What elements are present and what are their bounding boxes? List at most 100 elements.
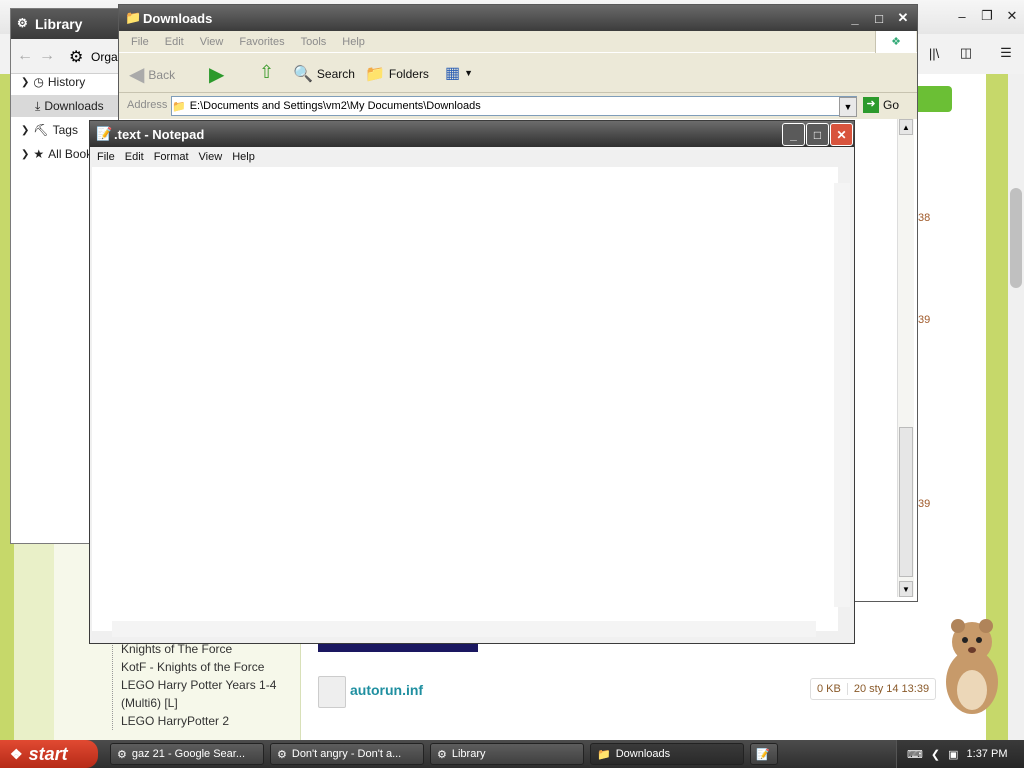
- scroll-down-icon[interactable]: ▼: [899, 581, 913, 597]
- chevron-down-icon: ▼: [464, 68, 474, 78]
- forward-button[interactable]: ▶: [209, 62, 224, 87]
- menu-file[interactable]: File: [123, 31, 157, 52]
- tree-item[interactable]: LEGO HarryPotter 2: [121, 712, 287, 730]
- search-button[interactable]: 🔍 Search: [293, 64, 355, 84]
- clock-icon: ◷: [33, 75, 44, 89]
- organize-button[interactable]: Orga: [91, 50, 118, 64]
- forward-arrow-icon[interactable]: →: [39, 47, 55, 65]
- network-icon[interactable]: ▣: [948, 748, 958, 761]
- library-title: Library: [35, 16, 83, 32]
- back-arrow-icon[interactable]: ←: [17, 47, 33, 65]
- library-item-label: History: [47, 75, 86, 89]
- notepad-minimize-button[interactable]: _: [782, 123, 805, 146]
- notepad-titlebar[interactable]: 📝 .text - Notepad _ □ ✕: [90, 121, 854, 147]
- menu-help[interactable]: Help: [334, 31, 373, 52]
- back-label: Back: [148, 67, 176, 82]
- scroll-up-icon[interactable]: ▲: [899, 119, 913, 135]
- taskbar: ❖ start ⚙ gaz 21 - Google Sear... ⚙ Don'…: [0, 740, 1024, 768]
- file-size: 0 KB: [817, 683, 841, 695]
- notepad-icon: 📝: [96, 126, 113, 141]
- chevron-left-icon[interactable]: ❮: [931, 748, 940, 761]
- library-icon[interactable]: ||\: [922, 42, 946, 64]
- np-menu-view[interactable]: View: [194, 147, 228, 167]
- up-arrow-icon: ⇧: [259, 62, 275, 82]
- np-menu-format[interactable]: Format: [149, 147, 194, 167]
- keyboard-icon[interactable]: ⌨: [907, 748, 923, 761]
- folder-icon: 📁: [172, 100, 186, 113]
- address-dropdown-icon[interactable]: ▼: [839, 97, 857, 117]
- address-input[interactable]: 📁 E:\Documents and Settings\vm2\My Docum…: [171, 96, 857, 116]
- explorer-toolbar: ◀ Back ▶ ⇧ 🔍 Search 📁 Folders ▦ ▼: [119, 54, 917, 93]
- sidebar-icon[interactable]: ◫: [954, 42, 978, 64]
- menu-icon[interactable]: ☰: [994, 42, 1018, 64]
- notepad-window: 📝 .text - Notepad _ □ ✕ File Edit Format…: [89, 120, 855, 644]
- tree-item[interactable]: LEGO Harry Potter Years 1-4 (Multi6) [L]: [121, 676, 287, 712]
- task-library[interactable]: ⚙ Library: [430, 743, 584, 765]
- notepad-text-area[interactable]: [92, 167, 838, 631]
- time-label: 39: [918, 314, 931, 326]
- explorer-scrollbar[interactable]: ▲ ▼: [897, 119, 914, 597]
- browser-scrollbar[interactable]: [1008, 74, 1024, 740]
- folders-button[interactable]: 📁 Folders: [365, 64, 429, 84]
- library-item-downloads[interactable]: ⤓ Downloads: [11, 95, 123, 117]
- address-value: E:\Documents and Settings\vm2\My Documen…: [189, 100, 481, 112]
- notepad-horizontal-scrollbar[interactable]: [112, 621, 816, 637]
- chevron-right-icon: ❯: [21, 124, 30, 136]
- explorer-scrollbar-thumb[interactable]: [899, 427, 913, 577]
- gear-icon[interactable]: ⚙: [69, 47, 83, 67]
- system-tray: ⌨ ❮ ▣ 1:37 PM: [896, 740, 1024, 768]
- views-icon: ▦: [445, 65, 461, 82]
- task-label: Library: [451, 748, 486, 760]
- explorer-maximize-button[interactable]: □: [867, 7, 891, 29]
- clock[interactable]: 1:37 PM: [967, 748, 1008, 760]
- folders-label: Folders: [388, 67, 429, 81]
- explorer-close-button[interactable]: ✕: [891, 7, 915, 29]
- np-menu-help[interactable]: Help: [227, 147, 260, 167]
- browser-app-icon: ⚙: [437, 748, 447, 761]
- star-icon: ★: [33, 147, 45, 161]
- address-bar: Address 📁 E:\Documents and Settings\vm2\…: [119, 93, 917, 119]
- file-tree: Knights of The Force KotF - Knights of t…: [112, 640, 287, 730]
- notepad-close-button[interactable]: ✕: [830, 123, 853, 146]
- library-toolbar: ← → ⚙ Orga: [11, 39, 123, 74]
- go-button[interactable]: ➜ Go: [863, 97, 899, 113]
- back-circle-icon: ◀: [129, 64, 145, 86]
- browser-scrollbar-thumb[interactable]: [1010, 188, 1022, 288]
- start-button[interactable]: ❖ start: [0, 740, 98, 768]
- menu-favorites[interactable]: Favorites: [231, 31, 292, 52]
- file-icon: [318, 676, 346, 708]
- browser-minimize-button[interactable]: –: [950, 5, 974, 27]
- go-label: Go: [883, 98, 900, 112]
- chevron-right-icon: ❯: [21, 148, 30, 160]
- notepad-icon: 📝: [756, 748, 770, 761]
- library-app-icon: ⚙: [17, 16, 28, 30]
- browser-app-icon: ⚙: [277, 748, 287, 761]
- browser-close-button[interactable]: ✕: [1000, 5, 1024, 27]
- task-dont-angry[interactable]: ⚙ Don't angry - Don't a...: [270, 743, 424, 765]
- task-notepad[interactable]: 📝: [750, 743, 778, 765]
- up-folder-button[interactable]: ⇧: [259, 62, 274, 83]
- tree-item[interactable]: KotF - Knights of the Force: [121, 658, 287, 676]
- menu-edit[interactable]: Edit: [157, 31, 192, 52]
- browser-app-icon: ⚙: [117, 748, 127, 761]
- task-google-search[interactable]: ⚙ gaz 21 - Google Sear...: [110, 743, 264, 765]
- back-button[interactable]: ◀ Back: [129, 62, 175, 87]
- np-menu-file[interactable]: File: [92, 147, 120, 167]
- task-downloads[interactable]: 📁 Downloads: [590, 743, 744, 765]
- library-titlebar[interactable]: ⚙ Library: [11, 9, 123, 39]
- download-icon: ⤓: [35, 98, 41, 113]
- library-item-label: Tags: [52, 123, 78, 137]
- refresh-button[interactable]: [914, 86, 952, 112]
- file-link[interactable]: autorun.inf: [350, 682, 423, 698]
- explorer-minimize-button[interactable]: _: [843, 7, 867, 29]
- views-button[interactable]: ▦ ▼: [445, 63, 473, 83]
- menu-tools[interactable]: Tools: [293, 31, 335, 52]
- library-item-history[interactable]: ❯ ◷ History: [21, 71, 121, 93]
- notepad-maximize-button[interactable]: □: [806, 123, 829, 146]
- menu-view[interactable]: View: [192, 31, 232, 52]
- explorer-titlebar[interactable]: 📁 Downloads _ □ ✕: [119, 5, 917, 31]
- notepad-vertical-scrollbar[interactable]: [834, 183, 850, 607]
- browser-restore-button[interactable]: ❐: [975, 5, 999, 27]
- np-menu-edit[interactable]: Edit: [120, 147, 149, 167]
- folder-icon: 📁: [125, 10, 142, 25]
